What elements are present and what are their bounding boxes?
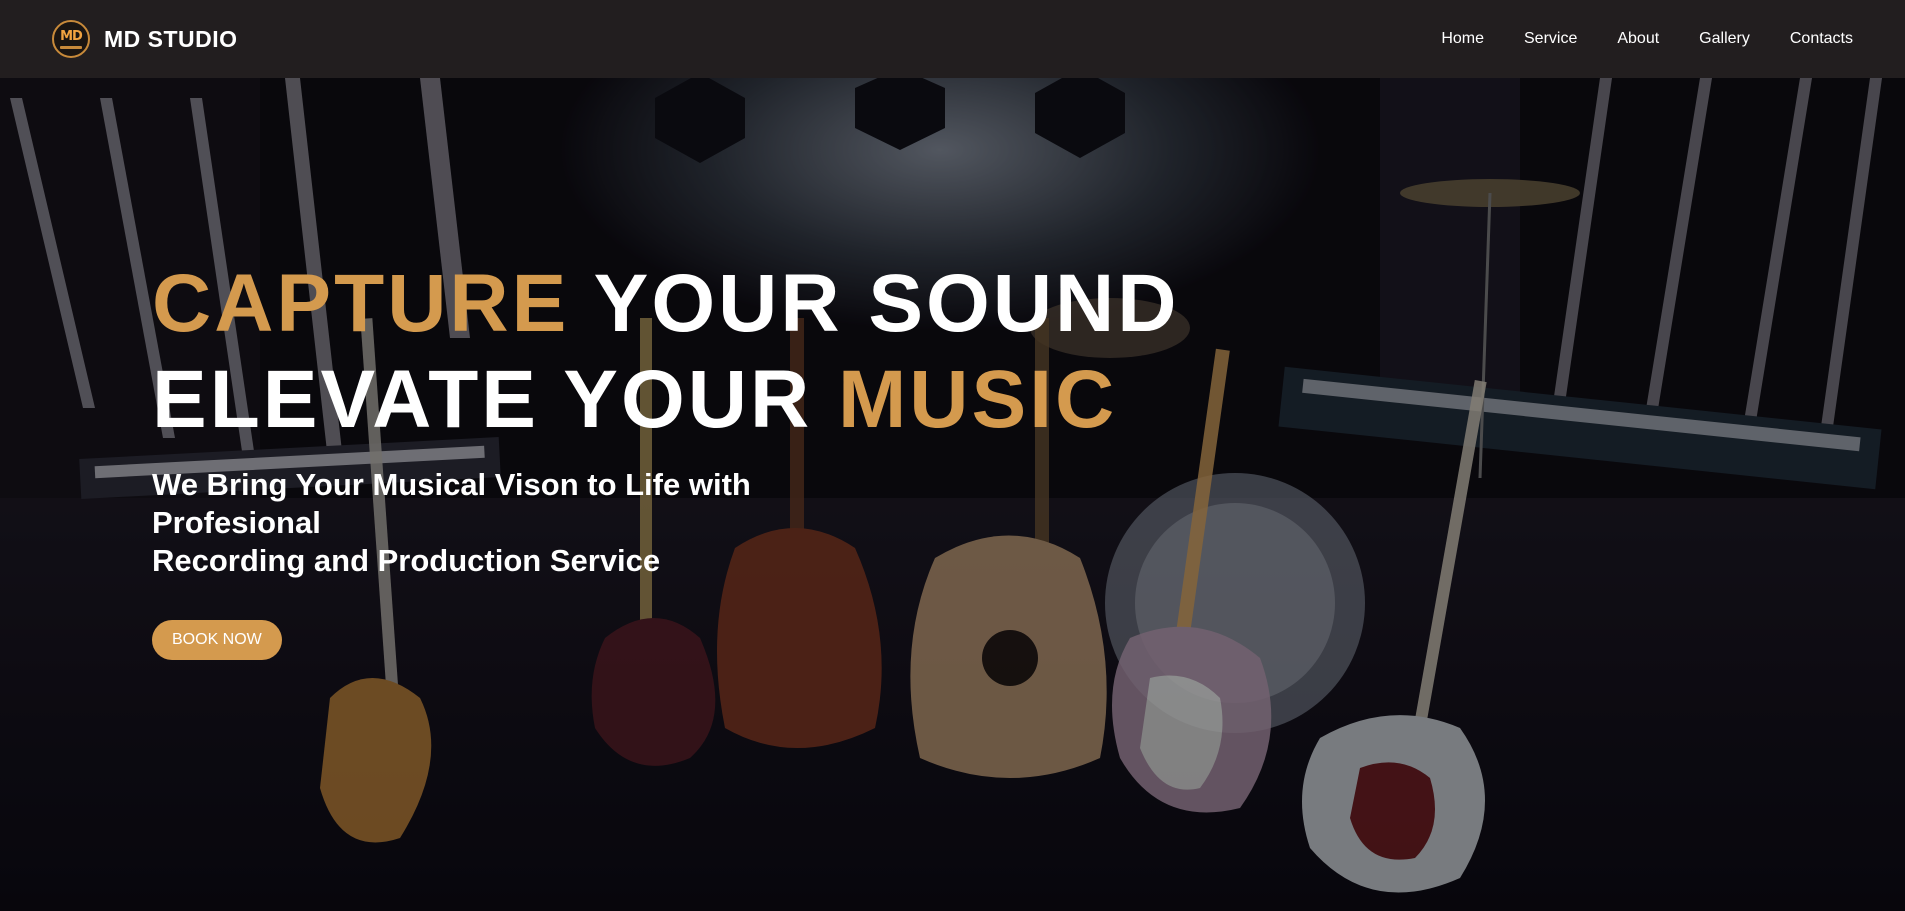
nav-link-gallery[interactable]: Gallery	[1679, 30, 1770, 48]
hero-subtitle-line1: We Bring Your Musical Vison to Life with…	[152, 467, 751, 540]
main-menu: Home Service About Gallery Contacts	[1421, 30, 1853, 48]
studio-logo-icon: MD	[52, 20, 90, 58]
headline-rest-line2: ELEVATE YOUR	[152, 354, 838, 445]
nav-link-about[interactable]: About	[1597, 30, 1679, 48]
hero-section: CAPTURE YOUR SOUND ELEVATE YOUR MUSIC We…	[0, 78, 1905, 911]
hero-headline: CAPTURE YOUR SOUND ELEVATE YOUR MUSIC	[152, 256, 1179, 448]
logo-lettering: MD	[60, 28, 83, 44]
hero-subtitle: We Bring Your Musical Vison to Life with…	[152, 466, 852, 580]
brand[interactable]: MD MD STUDIO	[52, 20, 238, 58]
hero-content: CAPTURE YOUR SOUND ELEVATE YOUR MUSIC We…	[152, 256, 1179, 660]
logo-underline	[60, 46, 82, 49]
headline-accent-capture: CAPTURE	[152, 258, 570, 349]
hero-subtitle-line2: Recording and Production Service	[152, 543, 661, 578]
nav-link-home[interactable]: Home	[1421, 30, 1504, 48]
top-navbar: MD MD STUDIO Home Service About Gallery …	[0, 0, 1905, 78]
brand-name: MD STUDIO	[104, 25, 238, 52]
nav-link-contacts[interactable]: Contacts	[1770, 30, 1853, 48]
book-now-button[interactable]: BOOK NOW	[152, 620, 282, 660]
headline-rest-line1: YOUR SOUND	[569, 258, 1180, 349]
headline-accent-music: MUSIC	[838, 354, 1118, 445]
nav-link-service[interactable]: Service	[1504, 30, 1597, 48]
